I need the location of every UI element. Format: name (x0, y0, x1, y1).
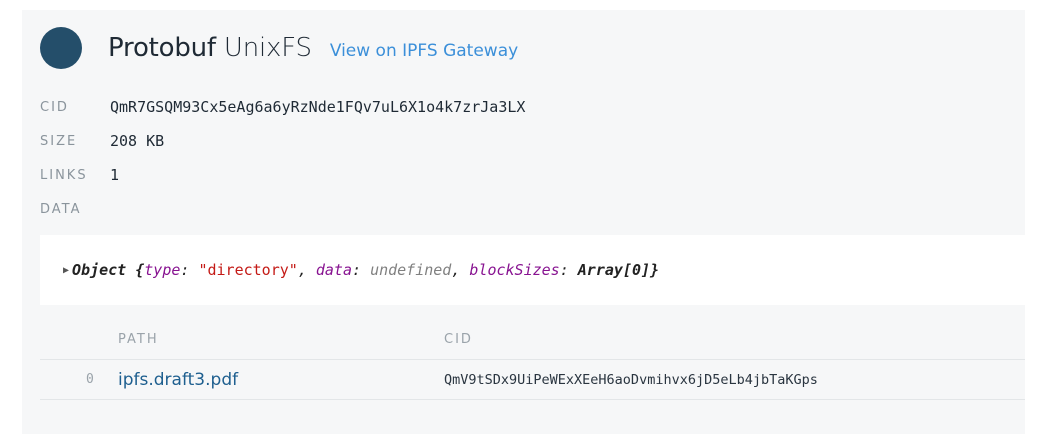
type-key: type (144, 261, 181, 279)
node-meta: CID QmR7GSQM93Cx5eAg6a6yRzNde1FQv7uL6X1o… (40, 90, 525, 226)
links-table-header: PATH CID (40, 320, 1025, 360)
row-cid: QmV9tSDx9UiPeWExXEeH6aoDvmihvx6jD5eLb4jb… (444, 371, 818, 388)
row-path-link[interactable]: ipfs.draft3.pdf (40, 370, 444, 390)
size-row: SIZE 208 KB (40, 124, 525, 158)
node-info-card: Protobuf UnixFS View on IPFS Gateway CID… (22, 10, 1025, 434)
cid-column-header: CID (444, 332, 473, 347)
links-label: LINKS (40, 167, 88, 183)
object-suffix: } (650, 261, 660, 279)
size-label: SIZE (40, 133, 78, 149)
links-value: 1 (110, 166, 120, 184)
colon-separator: : (352, 261, 371, 279)
path-column-header: PATH (118, 332, 159, 347)
colon-separator: : (180, 261, 199, 279)
cid-label: CID (40, 99, 69, 115)
node-title: Protobuf UnixFS View on IPFS Gateway (108, 33, 518, 63)
data-object-inspector[interactable]: ▶ Object { type: "directory", data: unde… (40, 235, 1025, 305)
colon-separator: : (559, 261, 578, 279)
cid-row: CID QmR7GSQM93Cx5eAg6a6yRzNde1FQv7uL6X1o… (40, 90, 525, 124)
node-header: Protobuf UnixFS View on IPFS Gateway (40, 24, 518, 72)
node-type-title: Protobuf (108, 33, 216, 63)
data-value: undefined (370, 261, 452, 279)
data-row: DATA (40, 192, 525, 226)
type-value: "directory" (198, 261, 298, 279)
node-format-title: UnixFS (223, 33, 312, 63)
size-value: 208 KB (110, 132, 165, 150)
cid-value: QmR7GSQM93Cx5eAg6a6yRzNde1FQv7uL6X1o4k7z… (110, 98, 526, 116)
row-index: 0 (86, 372, 94, 387)
comma-separator: , (451, 261, 470, 279)
data-label: DATA (40, 201, 82, 217)
view-on-gateway-link[interactable]: View on IPFS Gateway (330, 41, 518, 61)
node-type-dot-icon (40, 27, 82, 69)
blocksizes-value: Array[0] (577, 261, 651, 279)
data-key: data (315, 261, 352, 279)
comma-separator: , (297, 261, 316, 279)
blocksizes-key: blockSizes (469, 261, 560, 279)
table-row[interactable]: 0 ipfs.draft3.pdf QmV9tSDx9UiPeWExXEeH6a… (40, 360, 1025, 400)
links-table: PATH CID 0 ipfs.draft3.pdf QmV9tSDx9UiPe… (40, 320, 1025, 400)
links-row: LINKS 1 (40, 158, 525, 192)
object-prefix: Object { (72, 261, 145, 279)
expand-triangle-icon[interactable]: ▶ (63, 265, 69, 276)
